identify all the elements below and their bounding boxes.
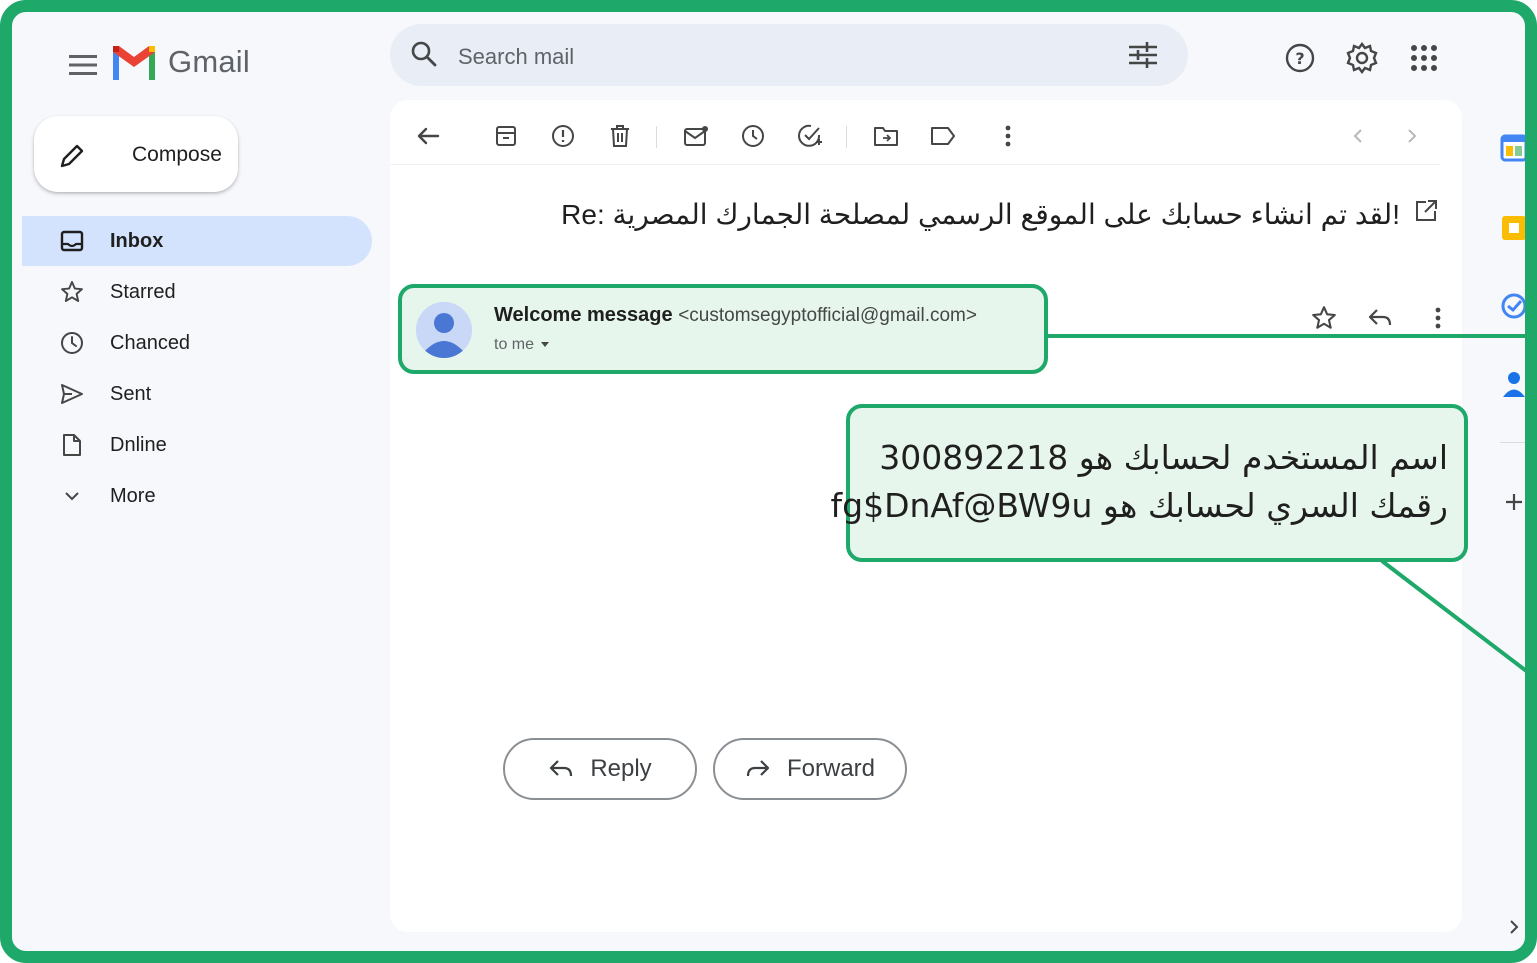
label-tag-icon[interactable] — [925, 118, 961, 154]
search-options-icon[interactable] — [1128, 41, 1158, 74]
email-body-highlight: اسم المستخدم لحسابك هو 300892218 رقمك ال… — [830, 404, 1468, 562]
star-icon — [60, 280, 84, 304]
search-input[interactable]: Search mail — [458, 44, 574, 70]
sender-name: Welcome message — [494, 304, 673, 326]
email-body-line-username: اسم المستخدم لحسابك هو 300892218 — [879, 438, 1448, 477]
sender-line: Welcome message <customsegyptofficial@gm… — [494, 304, 977, 327]
sidebar-item-label: Sent — [110, 383, 152, 405]
app-name: Gmail — [168, 44, 250, 79]
sidebar-item-starred[interactable]: Starred — [22, 267, 372, 317]
body-callout-connector — [1380, 559, 1525, 673]
contacts-icon[interactable] — [1496, 366, 1525, 402]
show-side-panel-chevron-icon[interactable] — [1502, 912, 1525, 942]
open-in-new-window-icon[interactable] — [1414, 198, 1438, 230]
email-body-line-password: رقمك السري لحسابك هو fg$DnAf@BW9u — [830, 486, 1448, 525]
sidebar-item-label: Starred — [110, 281, 176, 303]
back-arrow-icon[interactable] — [410, 118, 446, 154]
mark-unread-icon[interactable] — [678, 118, 714, 154]
sidebar-item-label: Inbox — [110, 230, 164, 252]
sidebar-item-dnline[interactable]: Dnline — [22, 420, 372, 470]
toolbar-divider — [656, 126, 657, 148]
to-line-label: to me — [494, 336, 535, 353]
search-icon[interactable] — [410, 40, 438, 73]
add-task-icon[interactable] — [792, 118, 828, 154]
gmail-m-icon — [113, 46, 155, 80]
email-subject-row: Re: لقد تم انشاء حسابك على الموقع الرسمي… — [480, 192, 1438, 236]
sidebar-item-label: More — [110, 485, 156, 507]
side-panel-divider — [1500, 442, 1525, 443]
forward-button[interactable]: Forward — [713, 738, 907, 800]
recipient-details[interactable]: to me — [494, 336, 550, 354]
archive-icon[interactable] — [488, 118, 524, 154]
sidebar-item-more[interactable]: More — [22, 471, 372, 521]
main-menu-button[interactable] — [58, 40, 108, 90]
settings-gear-icon[interactable] — [1342, 38, 1382, 78]
forward-arrow-icon — [746, 760, 770, 777]
more-vertical-icon[interactable] — [990, 118, 1026, 154]
callout-card-edge-top — [1533, 268, 1537, 388]
sender-callout-connector — [1048, 334, 1525, 338]
help-icon[interactable]: ? — [1280, 38, 1320, 78]
email-view: Re: لقد تم انشاء حسابك على الموقع الرسمي… — [390, 100, 1468, 932]
reply-arrow-icon — [550, 760, 573, 777]
reply-button[interactable]: Reply — [503, 738, 697, 800]
search-bar[interactable]: Search mail — [390, 24, 1188, 86]
sidebar-item-label: Chanced — [110, 332, 191, 354]
sender-email: <customsegyptofficial@gmail.com> — [678, 305, 977, 326]
compose-button[interactable]: Compose — [34, 116, 238, 192]
apps-grid-icon[interactable] — [1404, 38, 1444, 78]
calendar-icon[interactable] — [1496, 130, 1525, 166]
older-chevron-right-icon[interactable] — [1394, 118, 1430, 154]
tasks-icon[interactable] — [1496, 288, 1525, 324]
reply-arrow-icon[interactable] — [1360, 300, 1400, 336]
newer-chevron-left-icon[interactable] — [1340, 118, 1376, 154]
sidebar-item-label: Dnline — [110, 434, 167, 456]
toolbar-divider — [846, 126, 847, 148]
compose-label: Compose — [132, 143, 222, 166]
email-subject: Re: لقد تم انشاء حسابك على الموقع الرسمي… — [561, 198, 1400, 230]
svg-text:?: ? — [1295, 49, 1304, 68]
add-addon-plus-icon[interactable] — [1496, 484, 1525, 520]
chevron-down-icon — [60, 484, 84, 508]
forward-label: Forward — [786, 755, 876, 782]
email-toolbar — [390, 100, 1462, 164]
reply-label: Reply — [590, 755, 652, 782]
sidebar-item-sent[interactable]: Sent — [22, 369, 372, 419]
clock-icon — [60, 331, 84, 355]
star-message-icon[interactable] — [1304, 300, 1344, 336]
report-spam-icon[interactable] — [545, 118, 581, 154]
message-more-vertical-icon[interactable] — [1418, 300, 1458, 336]
gmail-logo[interactable]: Gmail — [110, 34, 250, 90]
sidebar-item-chanced[interactable]: Chanced — [22, 318, 372, 368]
toolbar-underline — [390, 164, 1440, 165]
inbox-icon — [60, 229, 84, 253]
app-frame: Gmail Search mail ? Compose Inbox Starre… — [0, 0, 1537, 963]
sidebar-nav: Inbox Starred Chanced Sent Dnline More — [22, 216, 372, 522]
send-icon — [60, 382, 84, 406]
file-icon — [60, 433, 84, 457]
sender-header-highlight[interactable]: Welcome message <customsegyptofficial@gm… — [398, 284, 1048, 374]
delete-trash-icon[interactable] — [602, 118, 638, 154]
caret-down-icon — [541, 342, 550, 347]
sender-avatar[interactable] — [416, 302, 472, 358]
pencil-icon — [58, 142, 86, 175]
sidebar-item-inbox[interactable]: Inbox — [22, 216, 372, 266]
move-to-folder-icon[interactable] — [868, 118, 904, 154]
callout-card-edge-bottom — [1533, 567, 1537, 807]
keep-notes-icon[interactable] — [1496, 210, 1525, 246]
snooze-clock-icon[interactable] — [735, 118, 771, 154]
hamburger-icon — [69, 55, 97, 75]
